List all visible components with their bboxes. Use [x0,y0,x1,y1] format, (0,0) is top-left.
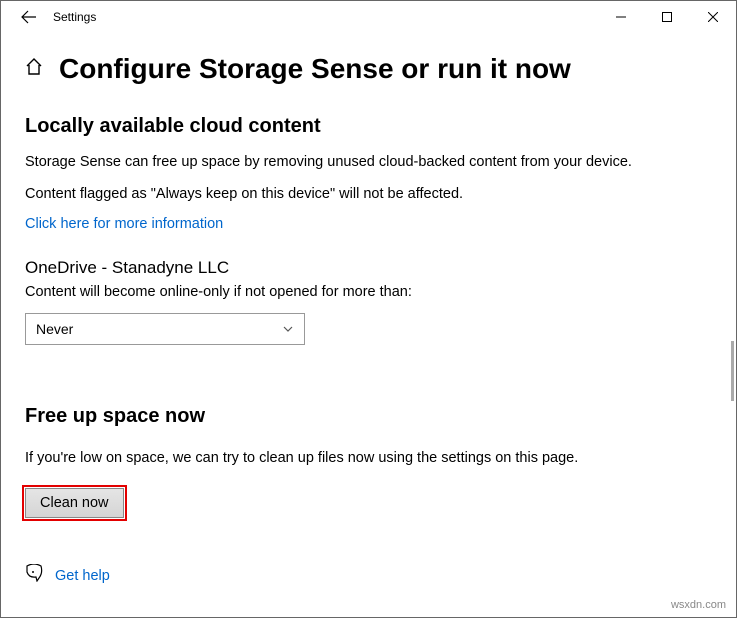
watermark: wsxdn.com [671,599,726,611]
cloud-desc-2: Content flagged as "Always keep on this … [25,184,712,206]
onedrive-heading: OneDrive - Stanadyne LLC [25,258,712,278]
help-icon [25,564,43,587]
close-button[interactable] [690,1,736,33]
chevron-down-icon [282,323,294,335]
dropdown-value: Never [36,321,73,337]
onedrive-desc: Content will become online-only if not o… [25,282,712,304]
minimize-button[interactable] [598,1,644,33]
back-button[interactable] [9,1,49,33]
close-icon [708,12,718,22]
get-help-link[interactable]: Get help [55,568,110,584]
page-header: Configure Storage Sense or run it now [1,33,736,95]
cloud-content-heading: Locally available cloud content [25,115,712,138]
cloud-desc-1: Storage Sense can free up space by remov… [25,152,712,174]
titlebar: Settings [1,1,736,33]
more-info-link[interactable]: Click here for more information [25,216,712,232]
freeup-heading: Free up space now [25,405,712,428]
clean-now-button[interactable]: Clean now [25,488,124,518]
home-icon[interactable] [25,58,43,81]
minimize-icon [616,12,626,22]
scrollbar-thumb[interactable] [731,341,734,401]
get-help-row: Get help [25,564,110,587]
freeup-desc: If you're low on space, we can try to cl… [25,448,712,470]
onedrive-threshold-dropdown[interactable]: Never [25,313,305,345]
maximize-button[interactable] [644,1,690,33]
window-title: Settings [53,10,96,24]
back-arrow-icon [21,9,37,25]
maximize-icon [662,12,672,22]
page-title: Configure Storage Sense or run it now [59,53,571,85]
